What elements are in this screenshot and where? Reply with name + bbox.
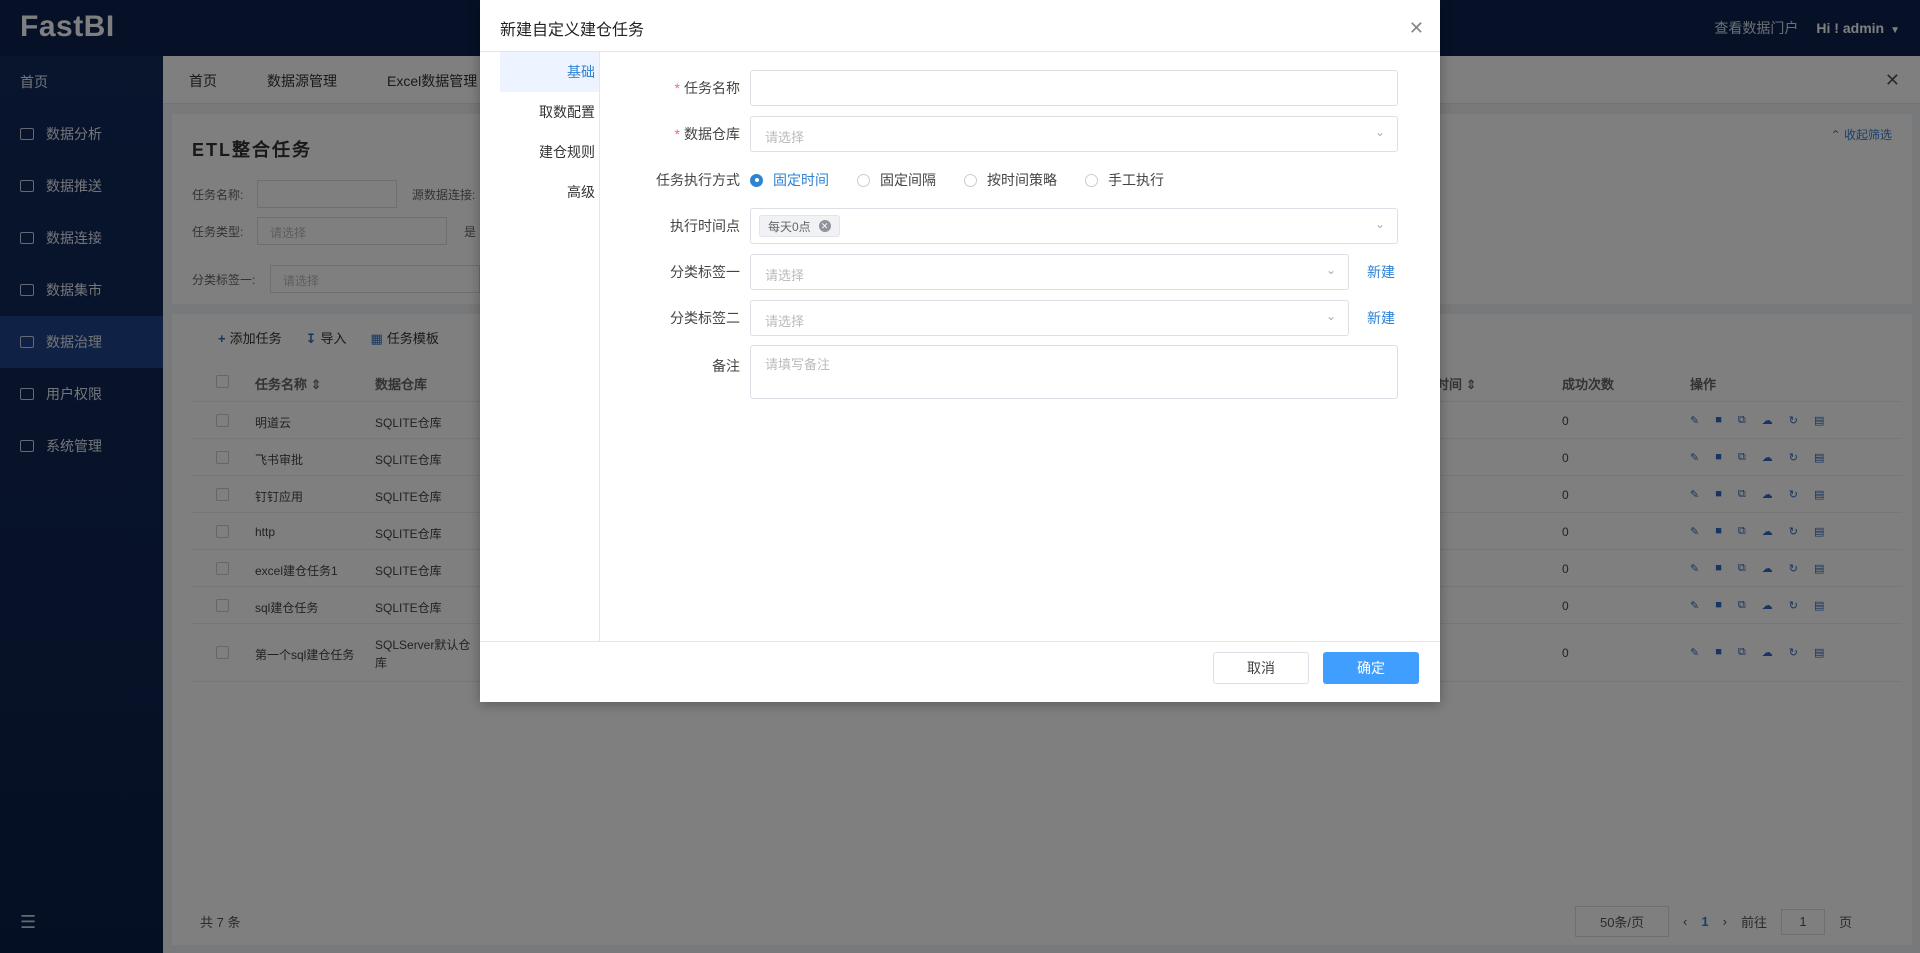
- chevron-down-icon: ⌄: [1374, 217, 1385, 231]
- tag1-select[interactable]: 请选择 ⌄: [750, 254, 1349, 290]
- radio-fixed-interval[interactable]: 固定间隔: [857, 170, 936, 190]
- radio-fixed-time[interactable]: 固定时间: [750, 170, 829, 190]
- task-name-label: * 任务名称: [600, 78, 740, 98]
- nav-advanced[interactable]: 高级: [500, 172, 599, 212]
- tag2-placeholder: 请选择: [765, 314, 805, 329]
- nav-fetch-config[interactable]: 取数配置: [500, 92, 599, 132]
- chevron-down-icon: ⌄: [1374, 125, 1385, 139]
- dialog-title: 新建自定义建仓任务: [500, 22, 645, 39]
- warehouse-label-text: 数据仓库: [684, 126, 740, 142]
- radio-dot: [964, 173, 977, 187]
- remark-placeholder: 请填写备注: [765, 357, 831, 372]
- remark-label: 备注: [712, 358, 740, 374]
- exec-point-select[interactable]: 每天0点 ✕ ⌄: [750, 208, 1398, 244]
- radio-manual[interactable]: 手工执行: [1085, 170, 1164, 190]
- dialog-header: 新建自定义建仓任务 ✕: [480, 0, 1440, 52]
- radio-time-strategy[interactable]: 按时间策略: [964, 170, 1057, 190]
- dialog-nav: 基础 取数配置 建仓规则 高级: [500, 52, 600, 641]
- task-name-label-text: 任务名称: [684, 80, 740, 96]
- radio-label: 固定时间: [773, 172, 829, 188]
- tag-label: 每天0点: [768, 219, 811, 234]
- tag2-select[interactable]: 请选择 ⌄: [750, 300, 1349, 336]
- dialog-footer: 取消 确定: [480, 641, 1440, 702]
- confirm-button[interactable]: 确定: [1323, 652, 1419, 684]
- warehouse-select[interactable]: 请选择 ⌄: [750, 116, 1398, 152]
- chevron-down-icon: ⌄: [1325, 309, 1336, 323]
- exec-point-label: 执行时间点: [670, 218, 740, 234]
- radio-dot: [750, 173, 763, 187]
- radio-label: 手工执行: [1108, 172, 1164, 188]
- chevron-down-icon: ⌄: [1325, 263, 1336, 277]
- tag-close-icon[interactable]: ✕: [818, 220, 831, 232]
- exec-point-tag: 每天0点 ✕: [759, 215, 840, 237]
- nav-basic[interactable]: 基础: [500, 52, 599, 92]
- radio-label: 按时间策略: [987, 172, 1057, 188]
- tag2-label: 分类标签二: [670, 310, 740, 326]
- tag1-label: 分类标签一: [670, 264, 740, 280]
- radio-dot: [857, 173, 870, 187]
- new-tag1-link[interactable]: 新建: [1367, 262, 1395, 282]
- required-mark: *: [674, 126, 680, 142]
- radio-label: 固定间隔: [880, 172, 936, 188]
- new-task-dialog: 新建自定义建仓任务 ✕ 基础 取数配置 建仓规则 高级 * 任务名称 * 数据仓库 …: [480, 0, 1440, 702]
- radio-dot: [1085, 173, 1098, 187]
- nav-build-rules[interactable]: 建仓规则: [500, 132, 599, 172]
- tag1-placeholder: 请选择: [765, 268, 805, 283]
- warehouse-label: * 数据仓库: [600, 124, 740, 144]
- exec-mode-label: 任务执行方式: [656, 172, 740, 188]
- close-icon[interactable]: ✕: [1409, 18, 1424, 39]
- remark-textarea[interactable]: 请填写备注: [750, 345, 1398, 399]
- required-mark: *: [674, 80, 680, 96]
- new-tag2-link[interactable]: 新建: [1367, 308, 1395, 328]
- warehouse-placeholder: 请选择: [765, 130, 805, 145]
- task-name-input[interactable]: [750, 70, 1398, 106]
- exec-mode-radio-group: 固定时间 固定间隔 按时间策略 手工执行: [750, 170, 1164, 190]
- dialog-form: * 任务名称 * 数据仓库 请选择 ⌄ 任务执行方式 固定时间 固定间隔 按时间策略 …: [600, 52, 1440, 641]
- cancel-button[interactable]: 取消: [1213, 652, 1309, 684]
